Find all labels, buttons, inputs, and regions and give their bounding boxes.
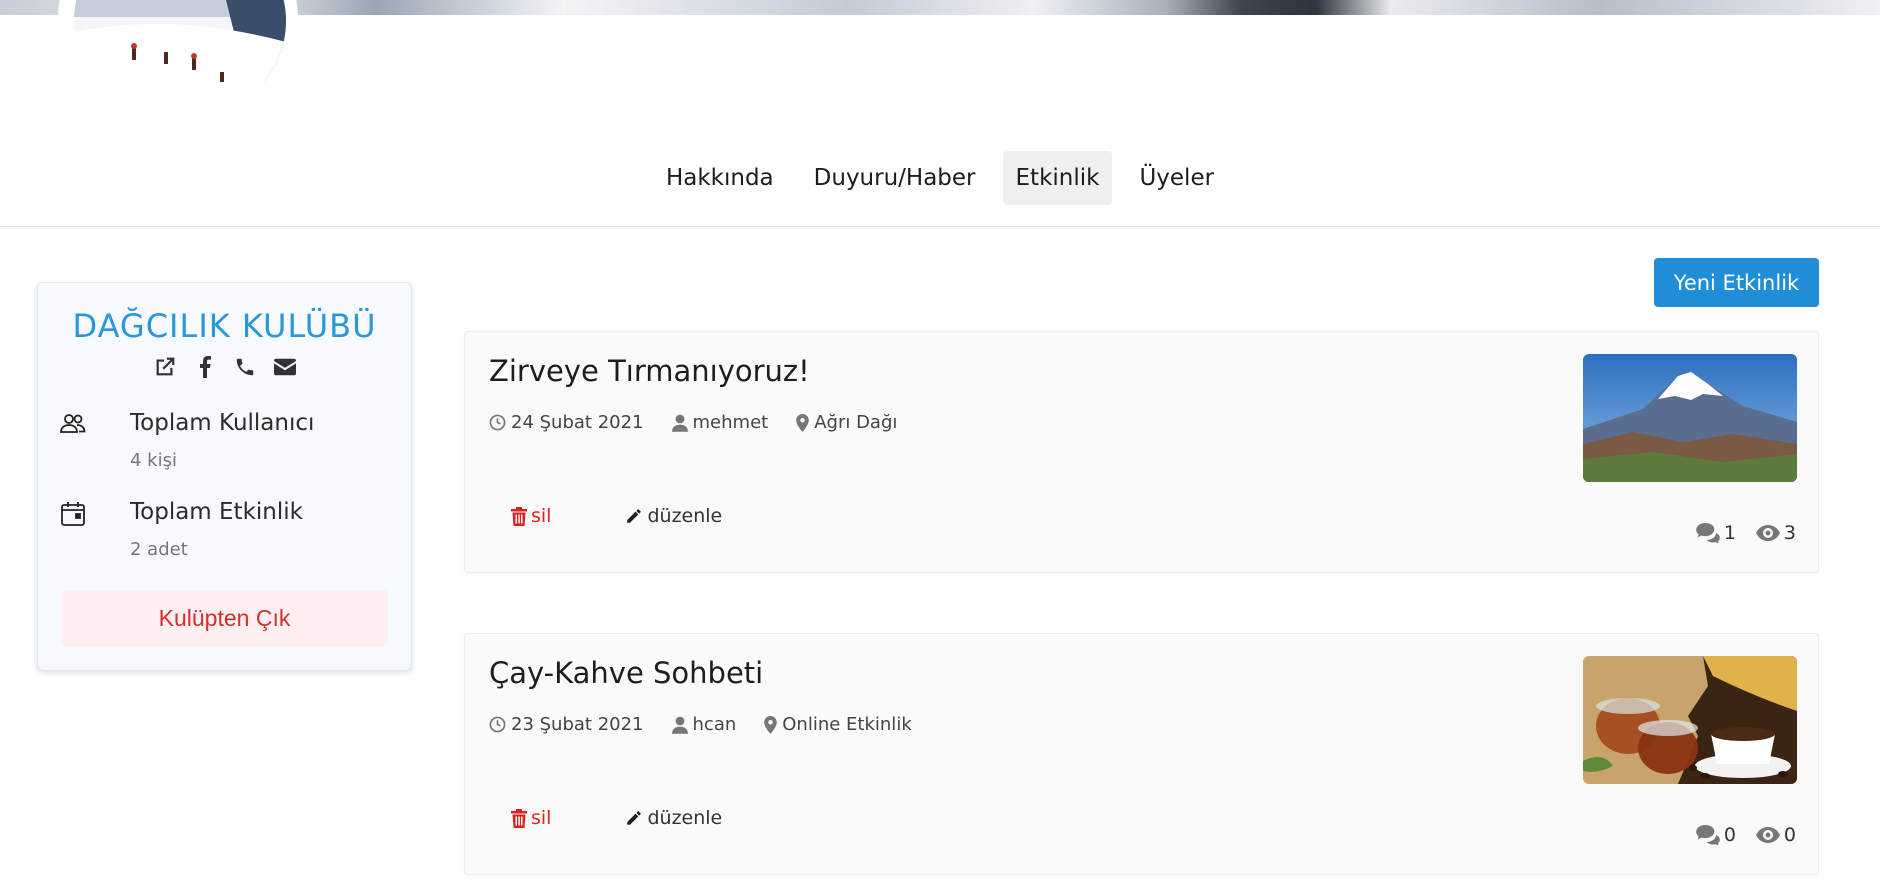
map-marker-icon	[796, 413, 810, 432]
event-card: Çay-Kahve Sohbeti 23 Şubat 2021 hcan Onl…	[464, 633, 1819, 875]
delete-label: sil	[531, 505, 552, 527]
event-location-text: Ağrı Dağı	[814, 412, 898, 433]
clock-icon	[489, 414, 506, 431]
event-author-text[interactable]: hcan	[693, 714, 737, 735]
leave-club-button[interactable]: Kulüpten Çık	[61, 590, 388, 646]
stat-events-title: Toplam Etkinlik	[130, 499, 303, 525]
event-title[interactable]: Çay-Kahve Sohbeti	[489, 656, 763, 690]
view-count: 3	[1755, 522, 1796, 544]
envelope-icon[interactable]	[273, 355, 297, 379]
club-info-card: DAĞCILIK KULÜBÜ Toplam Kullanıcı 4 kişi …	[37, 282, 412, 671]
map-marker-icon	[764, 715, 778, 734]
delete-label: sil	[531, 807, 552, 829]
event-meta: 24 Şubat 2021 mehmet Ağrı Dağı	[489, 412, 897, 433]
event-author: hcan	[671, 714, 737, 735]
user-icon	[671, 716, 688, 734]
stat-users-value: 4 kişi	[130, 450, 177, 471]
edit-label: düzenle	[647, 807, 723, 829]
event-card: Zirveye Tırmanıyoruz! 24 Şubat 2021 mehm…	[464, 331, 1819, 573]
event-thumbnail[interactable]	[1583, 656, 1797, 784]
trash-icon	[511, 506, 527, 526]
tab-uyeler[interactable]: Üyeler	[1126, 151, 1227, 205]
tabs-divider	[0, 226, 1880, 227]
comment-count: 0	[1695, 824, 1736, 846]
event-stats: 1 3	[1695, 522, 1796, 544]
event-meta: 23 Şubat 2021 hcan Online Etkinlik	[489, 714, 912, 735]
comment-count-text: 0	[1723, 824, 1736, 846]
club-name: DAĞCILIK KULÜBÜ	[72, 307, 377, 345]
tab-hakkinda[interactable]: Hakkında	[653, 151, 787, 205]
phone-icon[interactable]	[233, 355, 257, 379]
delete-event-button[interactable]: sil	[511, 807, 551, 829]
external-link-icon[interactable]	[153, 355, 177, 379]
event-actions: sil düzenle	[511, 807, 722, 829]
event-location: Online Etkinlik	[764, 714, 912, 735]
view-count-text: 0	[1783, 824, 1796, 846]
tab-duyuru-haber[interactable]: Duyuru/Haber	[801, 151, 989, 205]
stat-users-title: Toplam Kullanıcı	[130, 410, 315, 436]
comment-count: 1	[1695, 522, 1736, 544]
stat-events-value: 2 adet	[130, 539, 188, 560]
event-date: 24 Şubat 2021	[489, 412, 644, 433]
event-date: 23 Şubat 2021	[489, 714, 644, 735]
tab-etkinlik[interactable]: Etkinlik	[1002, 151, 1113, 205]
eye-icon	[1755, 525, 1780, 541]
calendar-icon	[60, 501, 86, 527]
clock-icon	[489, 716, 506, 733]
tab-bar: Hakkında Duyuru/Haber Etkinlik Üyeler	[0, 151, 1880, 205]
comment-count-text: 1	[1723, 522, 1736, 544]
pencil-icon	[627, 811, 642, 825]
facebook-icon[interactable]	[193, 355, 217, 379]
edit-label: düzenle	[647, 505, 723, 527]
delete-event-button[interactable]: sil	[511, 505, 551, 527]
users-icon	[60, 412, 86, 438]
event-thumbnail[interactable]	[1583, 354, 1797, 482]
user-icon	[671, 414, 688, 432]
event-actions: sil düzenle	[511, 505, 722, 527]
comments-icon	[1695, 523, 1720, 543]
new-event-button[interactable]: Yeni Etkinlik	[1654, 258, 1819, 307]
event-date-text: 23 Şubat 2021	[511, 714, 644, 735]
event-author: mehmet	[671, 412, 769, 433]
view-count-text: 3	[1783, 522, 1796, 544]
event-date-text: 24 Şubat 2021	[511, 412, 644, 433]
event-title[interactable]: Zirveye Tırmanıyoruz!	[489, 354, 810, 388]
club-contact-icons	[38, 355, 411, 379]
event-location-text: Online Etkinlik	[782, 714, 912, 735]
eye-icon	[1755, 827, 1780, 843]
view-count: 0	[1755, 824, 1796, 846]
trash-icon	[511, 808, 527, 828]
event-author-text[interactable]: mehmet	[693, 412, 769, 433]
edit-event-button[interactable]: düzenle	[625, 807, 722, 829]
comments-icon	[1695, 825, 1720, 845]
edit-event-button[interactable]: düzenle	[625, 505, 722, 527]
event-location: Ağrı Dağı	[796, 412, 897, 433]
event-stats: 0 0	[1695, 824, 1796, 846]
pencil-icon	[627, 509, 642, 523]
